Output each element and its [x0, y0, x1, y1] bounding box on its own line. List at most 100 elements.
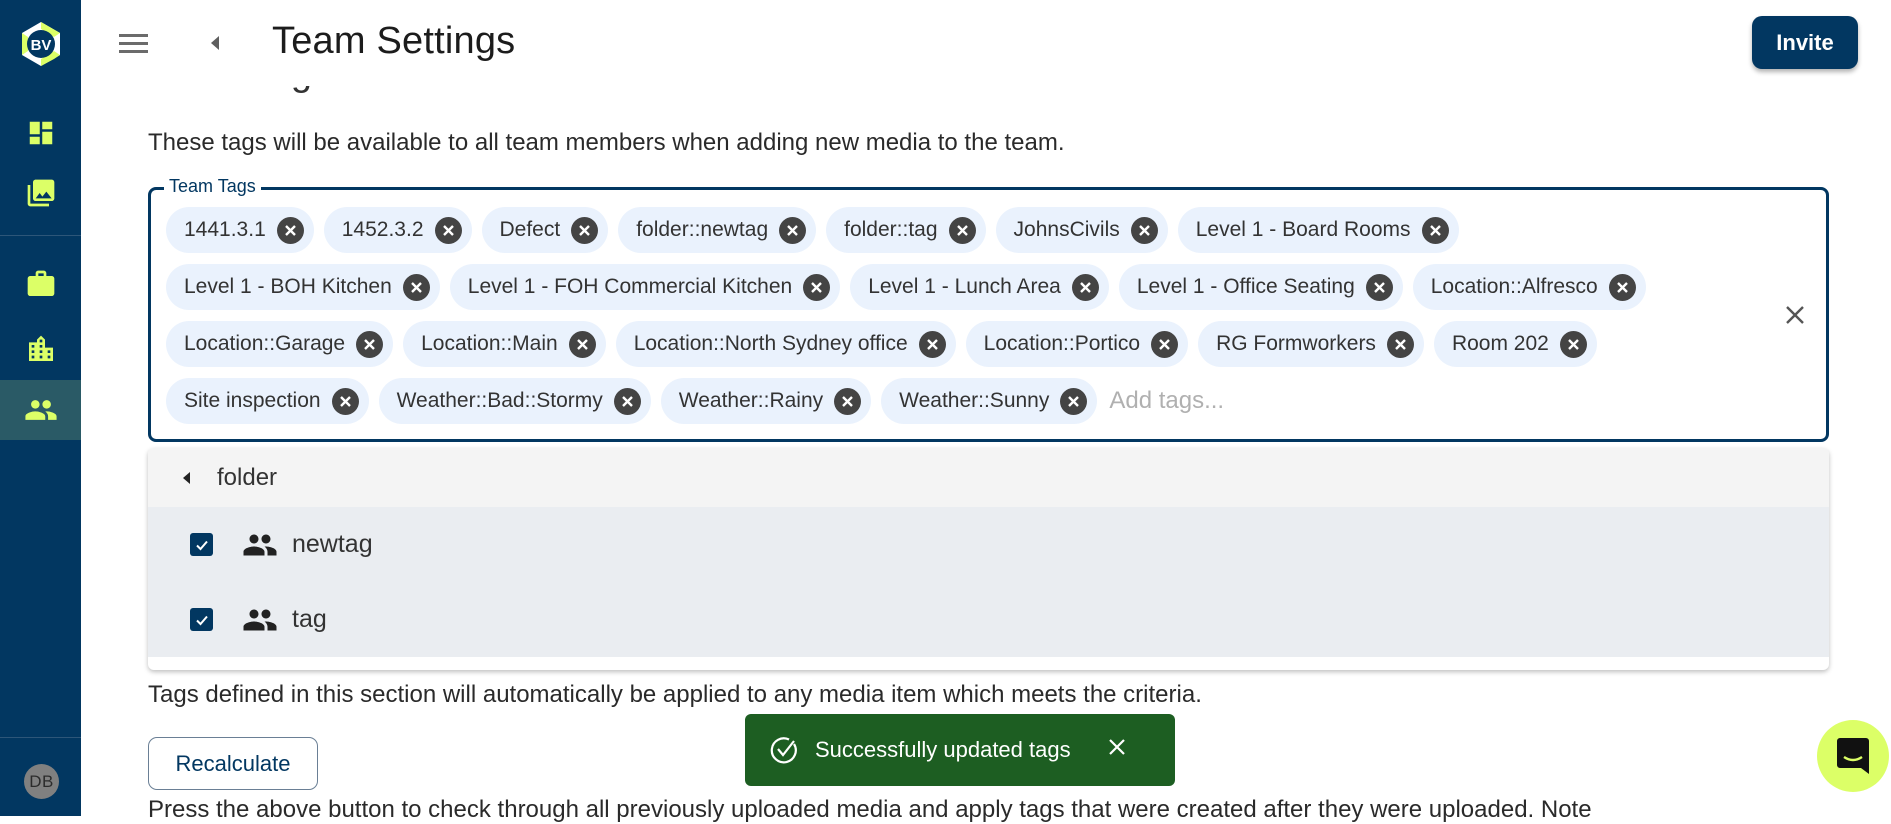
remove-tag-button[interactable] — [356, 330, 384, 358]
close-icon — [787, 224, 798, 236]
tag-chip: Site inspection — [166, 378, 369, 424]
top-header: Team Settings Invite — [81, 0, 1891, 86]
invite-button[interactable]: Invite — [1752, 16, 1858, 69]
remove-tag-button[interactable] — [568, 330, 596, 358]
user-avatar[interactable]: DB — [24, 764, 59, 799]
remove-tag-button[interactable] — [1365, 273, 1393, 301]
tag-chip-label: Level 1 - Lunch Area — [868, 275, 1061, 298]
sidebar-item-team[interactable] — [0, 380, 81, 440]
sidebar-item-projects[interactable] — [0, 254, 81, 314]
tag-chip-label: Weather::Bad::Stormy — [396, 389, 603, 412]
menu-icon-bar — [119, 49, 148, 53]
sidebar-divider-bottom — [0, 737, 81, 738]
remove-tag-button[interactable] — [613, 387, 641, 415]
tag-chip-label: RG Formworkers — [1216, 332, 1376, 355]
remove-tag-button[interactable] — [1151, 330, 1179, 358]
tag-chip-label: Location::Portico — [983, 332, 1141, 355]
tag-chip: Location::Main — [403, 321, 606, 367]
sidebar: BV DB — [0, 0, 81, 816]
chat-support-button[interactable] — [1817, 720, 1889, 792]
option-label: newtag — [292, 530, 373, 558]
dropdown-option[interactable]: tag — [148, 582, 1829, 657]
tag-chip-label: Level 1 - BOH Kitchen — [184, 275, 392, 298]
success-toast: Successfully updated tags — [745, 714, 1175, 786]
close-icon — [1138, 224, 1150, 236]
caret-left-icon — [183, 471, 190, 484]
menu-button[interactable] — [119, 28, 153, 58]
tag-chip: Defect — [481, 207, 609, 253]
close-icon — [1395, 338, 1406, 350]
tag-chip-label: Location::North Sydney office — [633, 332, 908, 355]
close-icon — [1079, 281, 1091, 293]
close-icon — [576, 338, 588, 350]
menu-icon-bar — [119, 41, 148, 45]
remove-tag-button[interactable] — [1559, 330, 1587, 358]
remove-tag-button[interactable] — [434, 216, 462, 244]
sidebar-item-media[interactable] — [0, 163, 81, 223]
people-icon — [24, 400, 57, 420]
remove-tag-button[interactable] — [1608, 273, 1636, 301]
logo-icon: BV — [22, 22, 60, 66]
close-icon — [579, 224, 591, 236]
dropdown-group-header[interactable]: folder — [148, 448, 1829, 507]
tag-chip: RG Formworkers — [1198, 321, 1424, 367]
option-label: tag — [292, 605, 327, 633]
close-icon — [1567, 338, 1579, 350]
back-button[interactable] — [203, 30, 227, 56]
check-icon — [195, 540, 208, 550]
remove-tag-button[interactable] — [918, 330, 946, 358]
close-icon — [1108, 739, 1125, 755]
caret-left-icon — [211, 36, 219, 50]
remove-tag-button[interactable] — [948, 216, 976, 244]
option-checkbox[interactable] — [190, 608, 213, 631]
recalculate-button[interactable]: Recalculate — [148, 737, 318, 790]
tag-chip-label: Location::Alfresco — [1430, 275, 1598, 298]
remove-tag-button[interactable] — [1386, 330, 1414, 358]
remove-tag-button[interactable] — [803, 273, 831, 301]
tag-chip: folder::newtag — [618, 207, 817, 253]
add-tags-input[interactable] — [1109, 378, 1370, 424]
remove-tag-button[interactable] — [1071, 273, 1099, 301]
tag-chip-label: Defect — [499, 218, 561, 241]
tag-chip-label: Level 1 - FOH Commercial Kitchen — [467, 275, 793, 298]
tag-chip-label: JohnsCivils — [1013, 218, 1120, 241]
remove-tag-button[interactable] — [402, 273, 430, 301]
close-icon — [1786, 306, 1804, 324]
remove-tag-button[interactable] — [1060, 387, 1088, 415]
menu-icon-bar — [119, 33, 148, 37]
tag-suggestions-dropdown: folder newtag tag — [148, 448, 1829, 670]
toast-close-button[interactable] — [1107, 737, 1127, 763]
dropdown-option[interactable]: newtag — [148, 507, 1829, 582]
sidebar-item-dashboard[interactable] — [0, 103, 81, 163]
tag-chip-label: Weather::Rainy — [678, 389, 824, 412]
remove-tag-button[interactable] — [779, 216, 807, 244]
toast-message: Successfully updated tags — [815, 737, 1071, 762]
tag-chip-label: Room 202 — [1451, 332, 1549, 355]
remove-tag-button[interactable] — [834, 387, 862, 415]
tag-chip-label: Site inspection — [184, 389, 321, 412]
close-icon — [956, 224, 968, 236]
briefcase-icon — [27, 270, 54, 296]
team-tags-label: Team Tags — [164, 176, 261, 197]
remove-tag-button[interactable] — [331, 387, 359, 415]
tag-chip-label: folder::newtag — [636, 218, 769, 241]
remove-tag-button[interactable] — [1421, 216, 1449, 244]
remove-tag-button[interactable] — [276, 216, 304, 244]
tag-chip: Weather::Sunny — [881, 378, 1098, 424]
tag-chip-label: Level 1 - Office Seating — [1136, 275, 1355, 298]
tag-chip: Location::Portico — [965, 321, 1189, 367]
people-icon — [243, 534, 277, 555]
close-icon — [811, 281, 823, 293]
clear-all-button[interactable] — [1782, 302, 1808, 328]
tag-chip-label: Weather::Sunny — [899, 389, 1050, 412]
remove-tag-button[interactable] — [1130, 216, 1158, 244]
close-icon — [1616, 281, 1628, 293]
tag-chip: Level 1 - BOH Kitchen — [166, 264, 440, 310]
option-checkbox[interactable] — [190, 533, 213, 556]
team-tags-field[interactable]: Team Tags 1441.3.1 1452.3.2 Defect folder::… — [148, 176, 1829, 442]
close-icon — [339, 395, 351, 407]
remove-tag-button[interactable] — [571, 216, 599, 244]
brand-logo[interactable]: BV — [16, 19, 66, 69]
check-icon — [195, 615, 208, 625]
sidebar-item-organisation[interactable] — [0, 319, 81, 379]
